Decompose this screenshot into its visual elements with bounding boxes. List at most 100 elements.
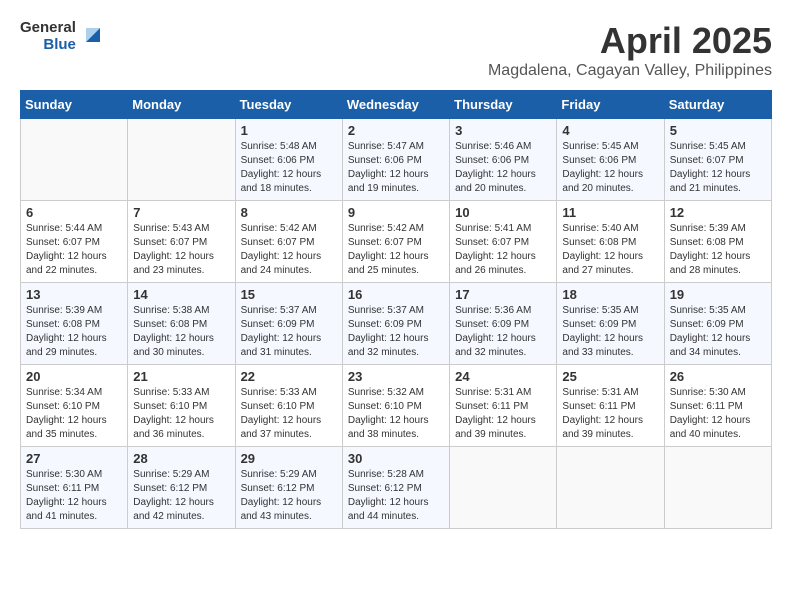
day-info: Sunrise: 5:43 AM Sunset: 6:07 PM Dayligh…: [133, 222, 229, 278]
day-number: 29: [241, 451, 337, 466]
calendar-cell: 25 Sunrise: 5:31 AM Sunset: 6:11 PM Dayli…: [557, 365, 664, 447]
calendar-cell: 29Sunrise: 5:29 AM Sunset: 6:12 PM Dayli…: [235, 447, 342, 529]
day-number: 28: [133, 451, 229, 466]
day-info: Sunrise: 5:33 AM Sunset: 6:10 PM Dayligh…: [241, 386, 337, 442]
day-info: Sunrise: 5:48 AM Sunset: 6:06 PM Dayligh…: [241, 140, 337, 196]
logo-triangle-icon: [82, 24, 104, 51]
weekday-header: Thursday: [450, 91, 557, 119]
calendar-cell: 27 Sunrise: 5:30 AM Sunset: 6:11 PM Dayli…: [21, 447, 128, 529]
logo-general: General: [20, 20, 76, 37]
day-info: Sunrise: 5:29 AM Sunset: 6:12 PM Dayligh…: [133, 468, 229, 524]
day-number: 25: [562, 369, 658, 384]
day-number: 9: [348, 205, 444, 220]
day-number: 22: [241, 369, 337, 384]
calendar-week-row: 6 Sunrise: 5:44 AM Sunset: 6:07 PM Daylig…: [21, 201, 772, 283]
calendar-week-row: 13Sunrise: 5:39 AM Sunset: 6:08 PM Dayli…: [21, 283, 772, 365]
day-number: 24: [455, 369, 551, 384]
day-info: Sunrise: 5:34 AM Sunset: 6:10 PM Dayligh…: [26, 386, 122, 442]
calendar-cell: 3 Sunrise: 5:46 AM Sunset: 6:06 PM Daylig…: [450, 119, 557, 201]
logo: General Blue: [20, 20, 104, 53]
calendar-subtitle: Magdalena, Cagayan Valley, Philippines: [488, 62, 772, 80]
calendar-cell: 17 Sunrise: 5:36 AM Sunset: 6:09 PM Dayli…: [450, 283, 557, 365]
calendar-cell: 16 Sunrise: 5:37 AM Sunset: 6:09 PM Dayli…: [342, 283, 449, 365]
calendar-cell: 13Sunrise: 5:39 AM Sunset: 6:08 PM Dayli…: [21, 283, 128, 365]
calendar-cell: 14Sunrise: 5:38 AM Sunset: 6:08 PM Dayli…: [128, 283, 235, 365]
day-number: 11: [562, 205, 658, 220]
day-info: Sunrise: 5:31 AM Sunset: 6:11 PM Dayligh…: [562, 386, 658, 442]
day-info: Sunrise: 5:45 AM Sunset: 6:06 PM Dayligh…: [562, 140, 658, 196]
weekday-header: Sunday: [21, 91, 128, 119]
day-number: 20: [26, 369, 122, 384]
weekday-header: Tuesday: [235, 91, 342, 119]
day-number: 16: [348, 287, 444, 302]
day-number: 6: [26, 205, 122, 220]
day-number: 12: [670, 205, 766, 220]
calendar-cell: 23Sunrise: 5:32 AM Sunset: 6:10 PM Dayli…: [342, 365, 449, 447]
logo-blue: Blue: [43, 37, 76, 54]
calendar-cell: 12Sunrise: 5:39 AM Sunset: 6:08 PM Dayli…: [664, 201, 771, 283]
day-number: 3: [455, 123, 551, 138]
day-info: Sunrise: 5:37 AM Sunset: 6:09 PM Dayligh…: [348, 304, 444, 360]
day-info: Sunrise: 5:41 AM Sunset: 6:07 PM Dayligh…: [455, 222, 551, 278]
calendar-cell: 6 Sunrise: 5:44 AM Sunset: 6:07 PM Daylig…: [21, 201, 128, 283]
calendar-cell: 24 Sunrise: 5:31 AM Sunset: 6:11 PM Dayli…: [450, 365, 557, 447]
title-block: April 2025 Magdalena, Cagayan Valley, Ph…: [488, 20, 772, 80]
calendar-cell: 5 Sunrise: 5:45 AM Sunset: 6:07 PM Daylig…: [664, 119, 771, 201]
day-info: Sunrise: 5:30 AM Sunset: 6:11 PM Dayligh…: [670, 386, 766, 442]
calendar-cell: 19 Sunrise: 5:35 AM Sunset: 6:09 PM Dayli…: [664, 283, 771, 365]
calendar-cell: 7 Sunrise: 5:43 AM Sunset: 6:07 PM Daylig…: [128, 201, 235, 283]
day-info: Sunrise: 5:28 AM Sunset: 6:12 PM Dayligh…: [348, 468, 444, 524]
day-number: 7: [133, 205, 229, 220]
day-info: Sunrise: 5:45 AM Sunset: 6:07 PM Dayligh…: [670, 140, 766, 196]
day-number: 1: [241, 123, 337, 138]
calendar-week-row: 1 Sunrise: 5:48 AM Sunset: 6:06 PM Daylig…: [21, 119, 772, 201]
calendar-cell: 11 Sunrise: 5:40 AM Sunset: 6:08 PM Dayli…: [557, 201, 664, 283]
day-number: 19: [670, 287, 766, 302]
day-info: Sunrise: 5:32 AM Sunset: 6:10 PM Dayligh…: [348, 386, 444, 442]
calendar-cell: 15 Sunrise: 5:37 AM Sunset: 6:09 PM Dayli…: [235, 283, 342, 365]
day-number: 18: [562, 287, 658, 302]
day-number: 15: [241, 287, 337, 302]
day-info: Sunrise: 5:42 AM Sunset: 6:07 PM Dayligh…: [348, 222, 444, 278]
day-number: 8: [241, 205, 337, 220]
calendar-cell: [664, 447, 771, 529]
weekday-header: Wednesday: [342, 91, 449, 119]
calendar-cell: 28 Sunrise: 5:29 AM Sunset: 6:12 PM Dayli…: [128, 447, 235, 529]
day-info: Sunrise: 5:35 AM Sunset: 6:09 PM Dayligh…: [670, 304, 766, 360]
day-number: 17: [455, 287, 551, 302]
calendar-cell: 21 Sunrise: 5:33 AM Sunset: 6:10 PM Dayli…: [128, 365, 235, 447]
day-info: Sunrise: 5:31 AM Sunset: 6:11 PM Dayligh…: [455, 386, 551, 442]
day-info: Sunrise: 5:46 AM Sunset: 6:06 PM Dayligh…: [455, 140, 551, 196]
calendar-week-row: 27 Sunrise: 5:30 AM Sunset: 6:11 PM Dayli…: [21, 447, 772, 529]
calendar-week-row: 20 Sunrise: 5:34 AM Sunset: 6:10 PM Dayli…: [21, 365, 772, 447]
day-number: 5: [670, 123, 766, 138]
calendar-cell: 26Sunrise: 5:30 AM Sunset: 6:11 PM Dayli…: [664, 365, 771, 447]
weekday-header: Friday: [557, 91, 664, 119]
day-number: 14: [133, 287, 229, 302]
day-info: Sunrise: 5:44 AM Sunset: 6:07 PM Dayligh…: [26, 222, 122, 278]
calendar-header-row: SundayMondayTuesdayWednesdayThursdayFrid…: [21, 91, 772, 119]
calendar-cell: 8Sunrise: 5:42 AM Sunset: 6:07 PM Daylig…: [235, 201, 342, 283]
day-info: Sunrise: 5:33 AM Sunset: 6:10 PM Dayligh…: [133, 386, 229, 442]
calendar-title: April 2025: [488, 20, 772, 62]
weekday-header: Saturday: [664, 91, 771, 119]
calendar-table: SundayMondayTuesdayWednesdayThursdayFrid…: [20, 90, 772, 529]
calendar-cell: 10 Sunrise: 5:41 AM Sunset: 6:07 PM Dayli…: [450, 201, 557, 283]
day-info: Sunrise: 5:30 AM Sunset: 6:11 PM Dayligh…: [26, 468, 122, 524]
day-info: Sunrise: 5:47 AM Sunset: 6:06 PM Dayligh…: [348, 140, 444, 196]
calendar-cell: [21, 119, 128, 201]
day-number: 4: [562, 123, 658, 138]
calendar-cell: [557, 447, 664, 529]
day-info: Sunrise: 5:40 AM Sunset: 6:08 PM Dayligh…: [562, 222, 658, 278]
day-number: 21: [133, 369, 229, 384]
day-info: Sunrise: 5:36 AM Sunset: 6:09 PM Dayligh…: [455, 304, 551, 360]
day-number: 13: [26, 287, 122, 302]
calendar-cell: [128, 119, 235, 201]
calendar-cell: 18 Sunrise: 5:35 AM Sunset: 6:09 PM Dayli…: [557, 283, 664, 365]
day-info: Sunrise: 5:35 AM Sunset: 6:09 PM Dayligh…: [562, 304, 658, 360]
calendar-cell: 22 Sunrise: 5:33 AM Sunset: 6:10 PM Dayli…: [235, 365, 342, 447]
day-number: 27: [26, 451, 122, 466]
day-info: Sunrise: 5:37 AM Sunset: 6:09 PM Dayligh…: [241, 304, 337, 360]
day-number: 10: [455, 205, 551, 220]
calendar-cell: 9 Sunrise: 5:42 AM Sunset: 6:07 PM Daylig…: [342, 201, 449, 283]
